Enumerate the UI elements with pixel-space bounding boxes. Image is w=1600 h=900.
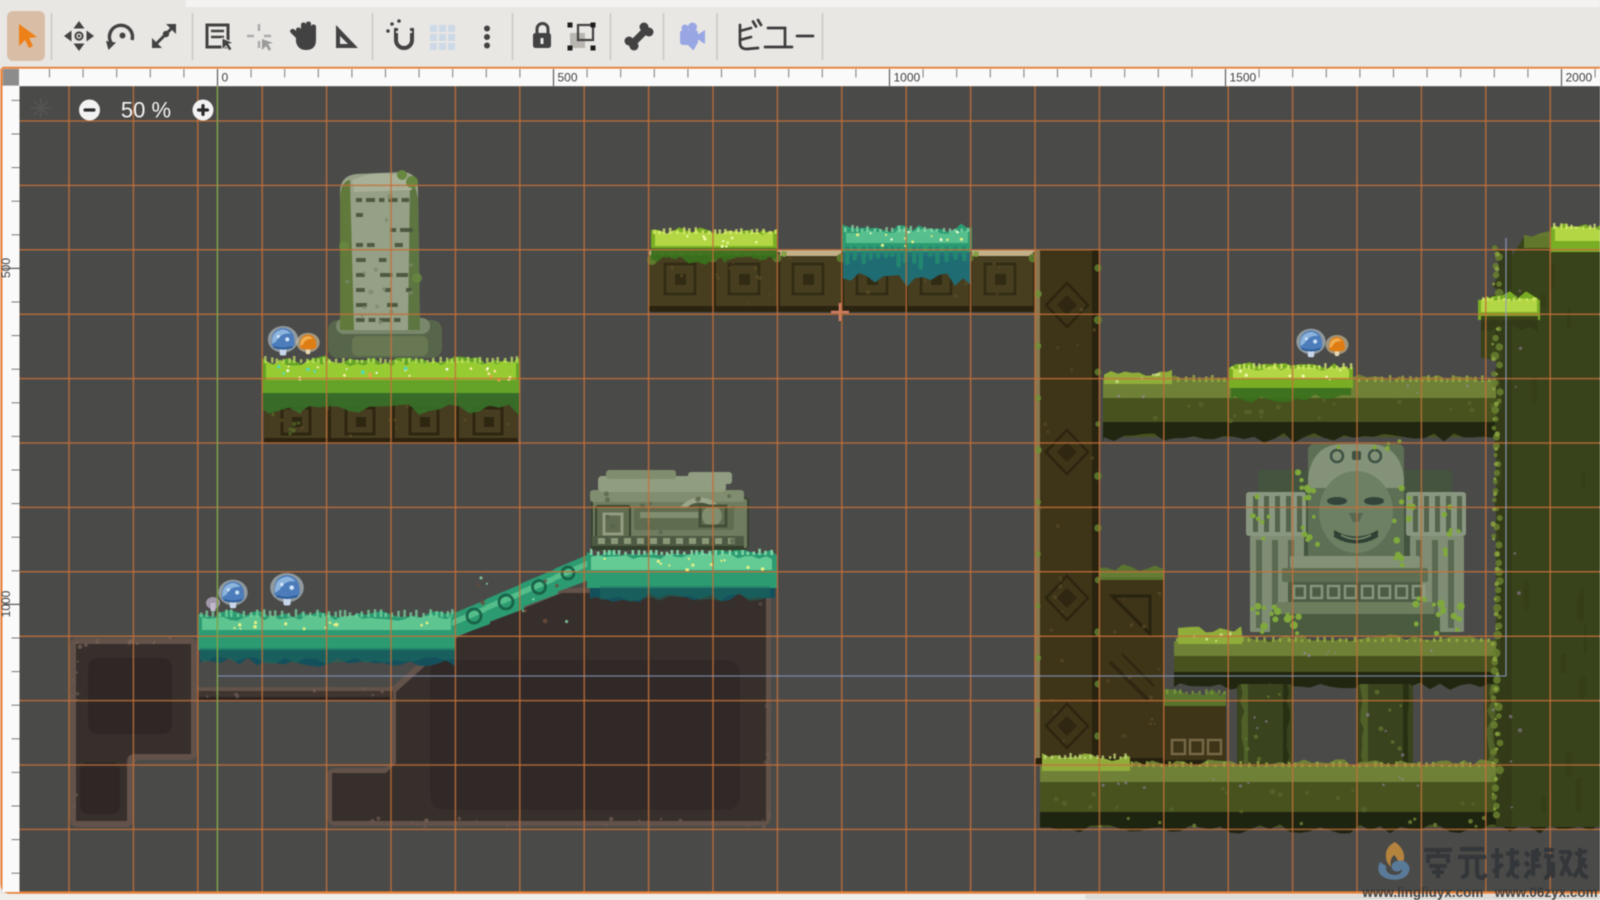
svg-text:1000: 1000 xyxy=(894,71,921,85)
svg-text:500: 500 xyxy=(0,258,13,278)
svg-text:www.lingliuyx.com www.06zyx.: www.lingliuyx.com www.06zyx.com xyxy=(1361,885,1597,900)
svg-text:500: 500 xyxy=(558,71,578,85)
svg-text:50 %: 50 % xyxy=(121,98,171,123)
svg-text:2000: 2000 xyxy=(1566,71,1593,85)
svg-text:1500: 1500 xyxy=(1230,71,1257,85)
svg-text:1000: 1000 xyxy=(0,590,13,617)
svg-text:0: 0 xyxy=(222,71,229,85)
